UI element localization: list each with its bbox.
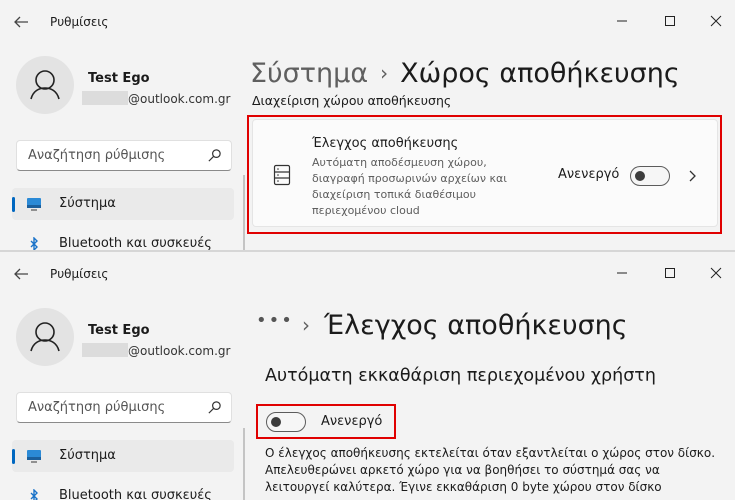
sidebar-item-system[interactable]: Σύστημα [12, 440, 234, 472]
highlight-box [256, 404, 396, 439]
highlight-box [247, 115, 722, 234]
user-icon [30, 322, 60, 352]
back-arrow-icon[interactable] [12, 265, 30, 283]
maximize-icon[interactable] [658, 9, 682, 33]
page-title: Χώρος αποθήκευσης [400, 58, 680, 89]
section-title: Αυτόματη εκκαθάριση περιεχομένου χρήστη [265, 366, 656, 386]
search-box[interactable] [16, 392, 232, 423]
app-title: Ρυθμίσεις [50, 267, 109, 281]
search-input[interactable] [26, 147, 206, 164]
page-title: Έλεγχος αποθήκευσης [324, 310, 628, 341]
avatar[interactable] [16, 56, 74, 114]
avatar[interactable] [16, 308, 74, 366]
monitor-icon [27, 450, 41, 463]
search-input[interactable] [26, 399, 206, 416]
bluetooth-icon [30, 489, 38, 500]
sidebar-item-label: Σύστημα [59, 196, 116, 211]
sidebar-item-bluetooth[interactable]: Bluetooth και συσκευές [12, 480, 234, 500]
active-indicator [12, 197, 15, 212]
active-indicator [12, 449, 15, 464]
title-bar: Ρυθμίσεις [0, 252, 735, 296]
description-paragraph: Ο έλεγχος αποθήκευσης εκτελείται όταν εξ… [265, 446, 716, 494]
search-box[interactable] [16, 140, 232, 171]
search-icon[interactable] [207, 400, 222, 415]
breadcrumb-overflow[interactable]: ••• [256, 310, 294, 331]
close-icon[interactable] [704, 261, 728, 285]
user-name: Test Ego [88, 71, 150, 86]
redacted-block [82, 91, 128, 105]
sidebar-item-label: Bluetooth και συσκευές [59, 236, 212, 251]
breadcrumb: › Έλεγχος αποθήκευσης [302, 310, 628, 341]
bluetooth-icon [30, 237, 38, 251]
sidebar-item-label: Σύστημα [59, 448, 116, 463]
user-icon [30, 70, 60, 100]
breadcrumb: Σύστημα › Χώρος αποθήκευσης [250, 58, 680, 89]
settings-window-storage-sense: Ρυθμίσεις Test Ego @outlook.com.gr Σύστη… [0, 252, 735, 500]
user-email: @outlook.com.gr [82, 343, 230, 358]
sidebar-scrollbar[interactable] [243, 428, 245, 500]
sidebar-item-label: Bluetooth και συσκευές [59, 488, 212, 500]
monitor-icon [27, 198, 41, 211]
sidebar-item-bluetooth[interactable]: Bluetooth και συσκευές [12, 228, 234, 251]
user-name: Test Ego [88, 323, 150, 338]
redacted-block [82, 343, 128, 357]
close-icon[interactable] [704, 9, 728, 33]
maximize-icon[interactable] [658, 261, 682, 285]
search-icon[interactable] [207, 148, 222, 163]
breadcrumb-parent[interactable]: Σύστημα [250, 58, 368, 89]
breadcrumb-separator: › [302, 313, 310, 337]
minimize-icon[interactable] [610, 261, 634, 285]
section-title: Διαχείριση χώρου αποθήκευσης [252, 93, 452, 108]
app-title: Ρυθμίσεις [50, 15, 109, 29]
settings-window-storage: Ρυθμίσεις Test Ego @outlook.com.gr Σύστη… [0, 0, 735, 251]
minimize-icon[interactable] [610, 9, 634, 33]
sidebar-scrollbar[interactable] [243, 175, 245, 251]
back-arrow-icon[interactable] [12, 13, 30, 31]
sidebar-item-system[interactable]: Σύστημα [12, 188, 234, 220]
breadcrumb-separator: › [380, 61, 389, 85]
user-email: @outlook.com.gr [82, 91, 230, 106]
title-bar: Ρυθμίσεις [0, 0, 735, 44]
